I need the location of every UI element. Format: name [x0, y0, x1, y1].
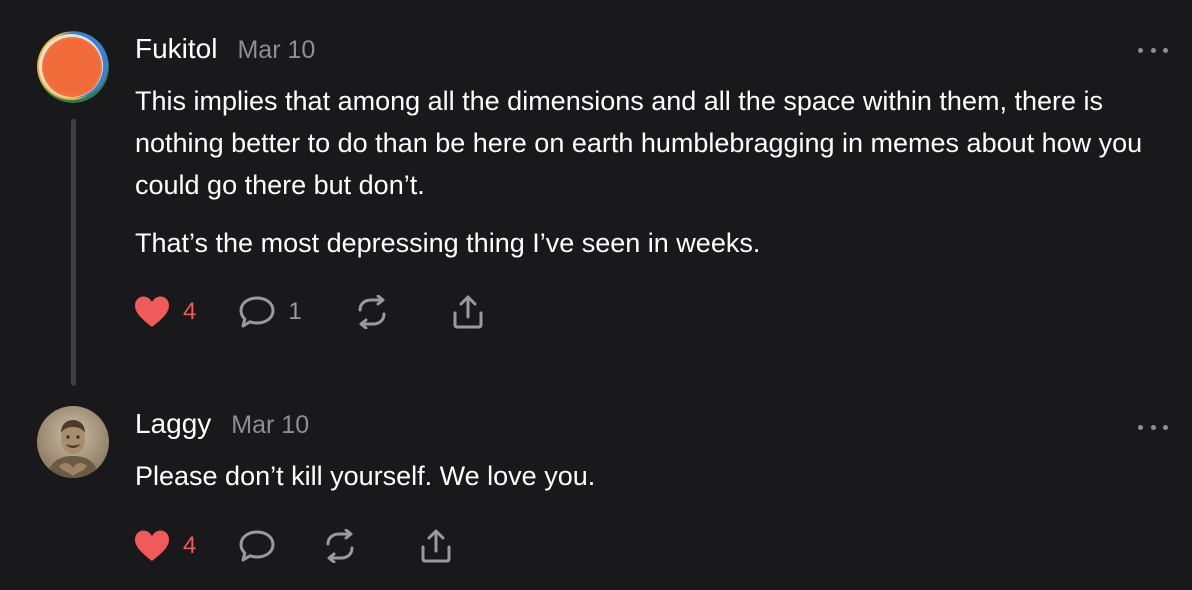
share-icon	[421, 529, 451, 563]
orange-circle-avatar-icon	[37, 31, 109, 103]
reply-count: 1	[288, 298, 302, 325]
share-icon	[453, 295, 483, 329]
comment-bubble-icon	[239, 530, 275, 562]
reply-button[interactable]	[238, 529, 276, 563]
comment-bubble-icon	[239, 296, 275, 328]
like-button[interactable]: 4	[133, 295, 196, 329]
sepia-photo-avatar-icon	[37, 406, 109, 478]
avatar[interactable]	[37, 406, 109, 478]
restack-button[interactable]	[354, 295, 390, 329]
comment-paragraph: That’s the most depressing thing I’ve se…	[135, 228, 761, 258]
like-count: 4	[183, 298, 197, 325]
like-count: 4	[183, 532, 197, 559]
heart-icon	[135, 530, 169, 561]
more-options-icon[interactable]	[1138, 44, 1168, 56]
avatar[interactable]	[37, 31, 109, 103]
restack-button[interactable]	[322, 529, 358, 563]
comment-paragraph: Please don’t kill yourself. We love you.	[135, 461, 596, 491]
comment-date[interactable]: Mar 10	[231, 411, 309, 440]
comment-actions: 4 1	[133, 292, 486, 332]
comment-body: Please don’t kill yourself. We love you.	[135, 455, 1165, 497]
share-button[interactable]	[450, 294, 486, 330]
author-name[interactable]: Fukitol	[135, 33, 217, 65]
comment-actions: 4	[133, 526, 454, 566]
author-name[interactable]: Laggy	[135, 408, 211, 440]
thread-line	[71, 119, 76, 386]
reply-button[interactable]: 1	[238, 295, 302, 329]
comment-date[interactable]: Mar 10	[237, 36, 315, 65]
comment-body: This implies that among all the dimensio…	[135, 80, 1165, 264]
like-button[interactable]: 4	[133, 529, 196, 563]
share-button[interactable]	[418, 528, 454, 564]
restack-icon	[326, 529, 354, 563]
restack-icon	[358, 295, 386, 329]
comment-header: Laggy Mar 10	[135, 408, 309, 448]
comment-header: Fukitol Mar 10	[135, 33, 315, 73]
comment-thread: Fukitol Mar 10 This implies that among a…	[0, 0, 1192, 590]
comment-paragraph: This implies that among all the dimensio…	[135, 86, 1143, 200]
more-options-icon[interactable]	[1138, 421, 1168, 433]
heart-icon	[135, 296, 169, 327]
